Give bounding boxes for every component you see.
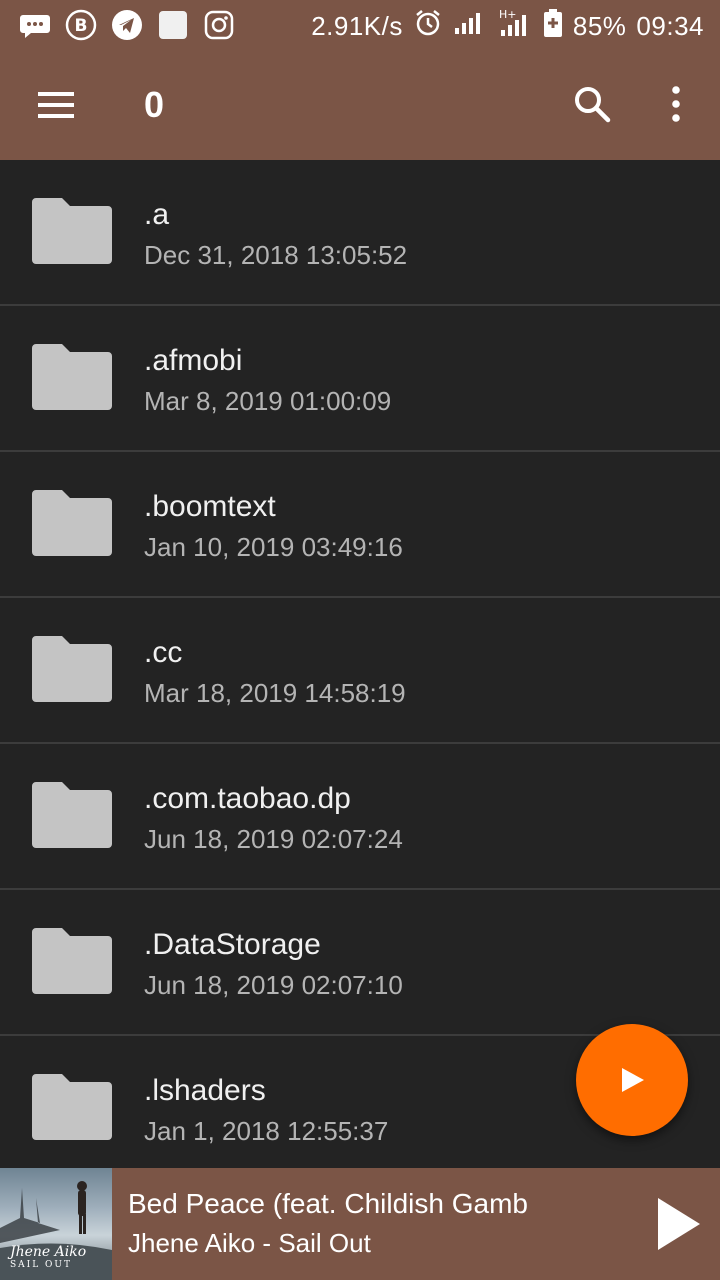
file-date: Mar 8, 2019 01:00:09 xyxy=(144,386,392,416)
file-name: .cc xyxy=(144,636,183,669)
telegram-icon xyxy=(110,8,144,42)
file-list: .a Dec 31, 2018 13:05:52 .afmobi Mar 8, … xyxy=(0,160,720,1168)
folder-icon xyxy=(32,490,112,556)
file-name: .a xyxy=(144,198,170,231)
play-icon xyxy=(622,1068,644,1092)
clock: 09:34 xyxy=(636,11,704,41)
file-date: Dec 31, 2018 13:05:52 xyxy=(144,240,408,270)
alarm-icon xyxy=(413,8,443,45)
battery-icon xyxy=(543,8,563,45)
signal-h-plus-icon: H+ xyxy=(497,8,533,45)
more-vert-icon xyxy=(672,86,680,122)
folder-icon xyxy=(32,928,112,994)
file-name: .DataStorage xyxy=(144,928,321,961)
file-name: .com.taobao.dp xyxy=(144,782,351,815)
list-item[interactable]: .DataStorage Jun 18, 2019 02:07:10 xyxy=(0,890,720,1036)
file-date: Jan 1, 2018 12:55:37 xyxy=(144,1116,389,1146)
instagram-icon xyxy=(202,8,236,42)
now-playing-bar[interactable]: Jhene Aiko SAIL OUT Bed Peace (feat. Chi… xyxy=(0,1168,720,1280)
folder-icon xyxy=(32,198,112,264)
folder-icon xyxy=(32,782,112,848)
player-play-button[interactable] xyxy=(646,1192,710,1256)
folder-icon xyxy=(32,344,112,410)
play-all-fab[interactable] xyxy=(576,1024,688,1136)
b-app-icon: B xyxy=(64,8,98,42)
more-options-button[interactable] xyxy=(652,78,700,130)
menu-button[interactable] xyxy=(28,80,84,130)
search-button[interactable] xyxy=(566,78,618,130)
list-item[interactable]: .a Dec 31, 2018 13:05:52 xyxy=(0,160,720,306)
svg-text:H+: H+ xyxy=(499,8,517,21)
file-date: Mar 18, 2019 14:58:19 xyxy=(144,678,406,708)
search-icon xyxy=(575,87,611,123)
square-app-icon xyxy=(156,8,190,42)
album-art[interactable]: Jhene Aiko SAIL OUT xyxy=(0,1168,112,1280)
list-item[interactable]: .afmobi Mar 8, 2019 01:00:09 xyxy=(0,306,720,452)
file-date: Jun 18, 2019 02:07:24 xyxy=(144,824,403,854)
app-bar: 0 xyxy=(0,50,720,160)
track-title: Bed Peace (feat. Childish Gamb xyxy=(128,1188,528,1219)
battery-level: 85% xyxy=(572,11,627,41)
file-name: .boomtext xyxy=(144,490,276,523)
file-name: .lshaders xyxy=(144,1074,266,1107)
message-icon xyxy=(18,8,52,42)
status-bar: B 2.91K/s H+ 85% 09:34 xyxy=(0,0,720,50)
file-date: Jun 18, 2019 02:07:10 xyxy=(144,970,403,1000)
file-date: Jan 10, 2019 03:49:16 xyxy=(144,532,403,562)
signal-icon xyxy=(453,10,487,43)
network-speed: 2.91K/s xyxy=(311,11,403,41)
list-item[interactable]: .cc Mar 18, 2019 14:58:19 xyxy=(0,598,720,744)
svg-text:B: B xyxy=(75,16,88,36)
folder-icon xyxy=(32,636,112,702)
folder-icon xyxy=(32,1074,112,1140)
list-item[interactable]: .boomtext Jan 10, 2019 03:49:16 xyxy=(0,452,720,598)
album-art-text: Jhene Aiko SAIL OUT xyxy=(10,1244,87,1270)
track-artist: Jhene Aiko - Sail Out xyxy=(128,1228,371,1258)
play-icon xyxy=(658,1198,700,1250)
file-name: .afmobi xyxy=(144,344,243,377)
menu-icon xyxy=(38,92,74,118)
page-title: 0 xyxy=(144,84,165,125)
list-item[interactable]: .com.taobao.dp Jun 18, 2019 02:07:24 xyxy=(0,744,720,890)
